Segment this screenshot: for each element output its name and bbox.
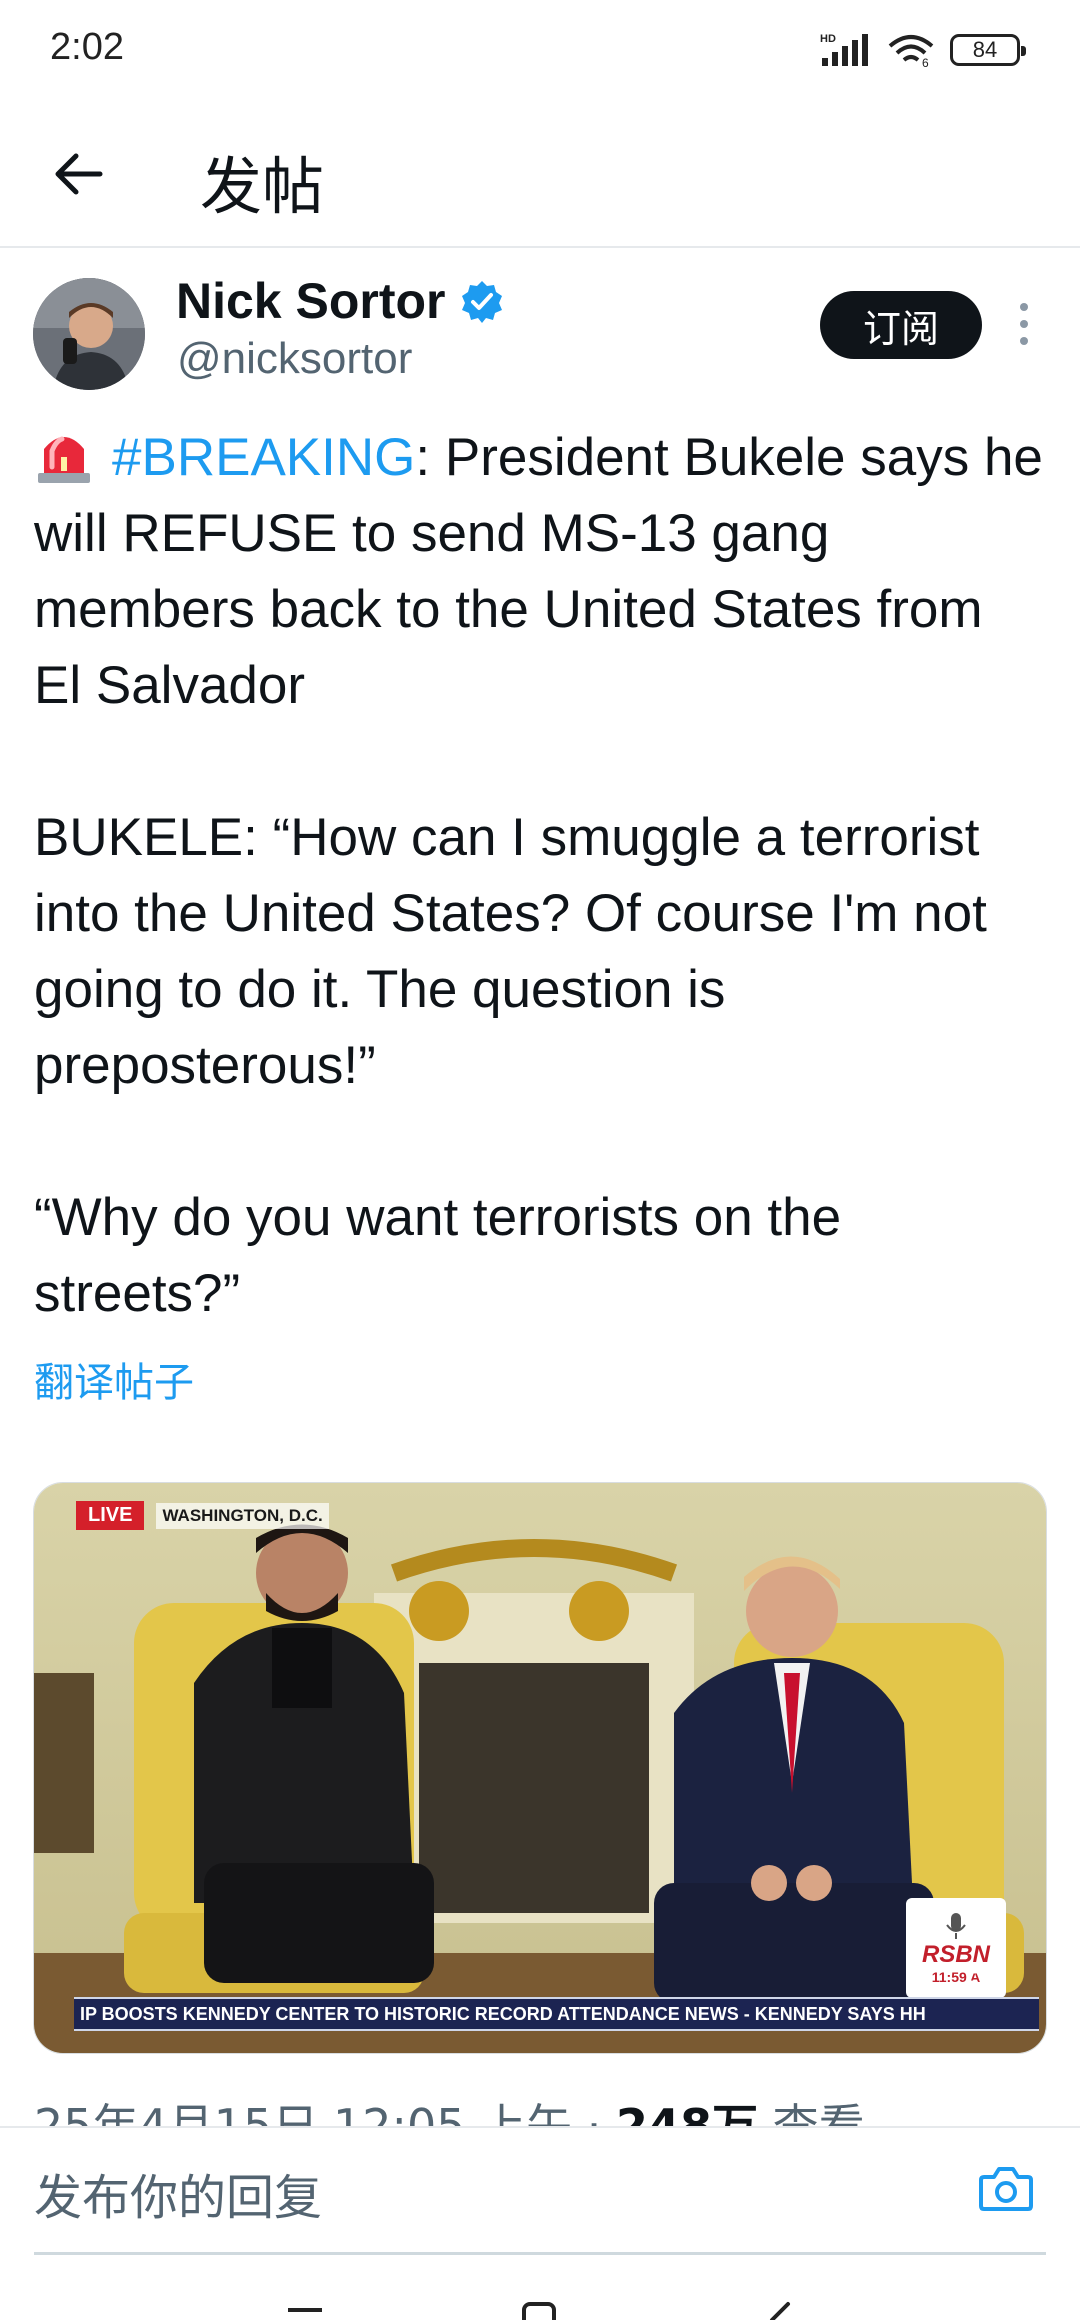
news-ticker: IP BOOSTS KENNEDY CENTER TO HISTORIC REC… bbox=[74, 1997, 1039, 2031]
arrow-left-icon bbox=[55, 153, 103, 195]
camera-button[interactable] bbox=[974, 2156, 1038, 2220]
live-label: LIVE bbox=[76, 1501, 145, 1530]
back-nav-icon[interactable] bbox=[758, 2294, 798, 2320]
tweet-paragraph-2: BUKELE: “How can I smuggle a terrorist i… bbox=[34, 800, 1044, 1104]
home-icon[interactable] bbox=[518, 2294, 562, 2320]
menu-icon[interactable] bbox=[286, 2294, 326, 2320]
back-button[interactable] bbox=[40, 136, 116, 212]
wifi-icon: 6 bbox=[888, 35, 934, 68]
reply-composer: 发布你的回复 bbox=[0, 2126, 1080, 2250]
mute-button[interactable] bbox=[964, 1959, 1006, 1995]
more-dot-icon bbox=[1020, 320, 1028, 328]
more-options-button[interactable] bbox=[1006, 296, 1042, 352]
page-header: 发帖 bbox=[0, 100, 1080, 248]
tweet-paragraph-1: #BREAKING: President Bukele says he will… bbox=[34, 420, 1044, 724]
page-title: 发帖 bbox=[200, 150, 325, 223]
hashtag-link[interactable]: #BREAKING bbox=[112, 428, 415, 487]
more-dot-icon bbox=[1020, 303, 1028, 311]
author-handle[interactable]: @nicksortor bbox=[177, 334, 412, 384]
tweet-paragraph-2-text: BUKELE: “How can I smuggle a terrorist i… bbox=[34, 808, 1002, 1095]
battery-indicator: 84 bbox=[950, 34, 1026, 66]
author-name: Nick Sortor bbox=[176, 273, 446, 329]
status-icons: HD 6 84 bbox=[820, 30, 1026, 70]
camera-icon bbox=[979, 2167, 1033, 2211]
microphone-icon bbox=[946, 1913, 966, 1939]
translate-post-link[interactable]: 翻译帖子 bbox=[34, 1350, 194, 1408]
live-badge: LIVE WASHINGTON, D.C. bbox=[76, 1501, 329, 1530]
signal-icon: HD bbox=[820, 33, 868, 66]
battery-level: 84 bbox=[972, 37, 998, 62]
verified-badge-icon bbox=[461, 281, 502, 323]
wifi-gen-label: 6 bbox=[922, 56, 929, 68]
tweet-paragraph-3: “Why do you want terrorists on the stree… bbox=[34, 1180, 1044, 1332]
system-nav-bar bbox=[0, 2280, 1080, 2320]
avatar[interactable] bbox=[33, 278, 145, 390]
avatar-image bbox=[33, 278, 145, 390]
video-player[interactable]: LIVE WASHINGTON, D.C. RSBN 11:59 A IP BO… bbox=[33, 1482, 1047, 2054]
status-time: 2:02 bbox=[50, 26, 124, 68]
reply-input[interactable]: 发布你的回复 bbox=[34, 2158, 322, 2228]
subscribe-button[interactable]: 订阅 bbox=[820, 291, 982, 359]
police-siren-icon bbox=[38, 436, 90, 483]
hd-label: HD bbox=[820, 33, 836, 45]
reply-divider bbox=[34, 2252, 1046, 2255]
more-dot-icon bbox=[1020, 337, 1028, 345]
volume-muted-icon bbox=[966, 1962, 1003, 1992]
tweet-paragraph-3-text: “Why do you want terrorists on the stree… bbox=[34, 1188, 856, 1323]
tweet-text: #BREAKING: President Bukele says he will… bbox=[34, 420, 1044, 1332]
location-label: WASHINGTON, D.C. bbox=[156, 1502, 329, 1529]
author-name-row[interactable]: Nick Sortor bbox=[176, 272, 504, 330]
status-bar: 2:02 HD 6 84 bbox=[0, 0, 1080, 100]
video-frame bbox=[34, 1483, 1046, 2053]
